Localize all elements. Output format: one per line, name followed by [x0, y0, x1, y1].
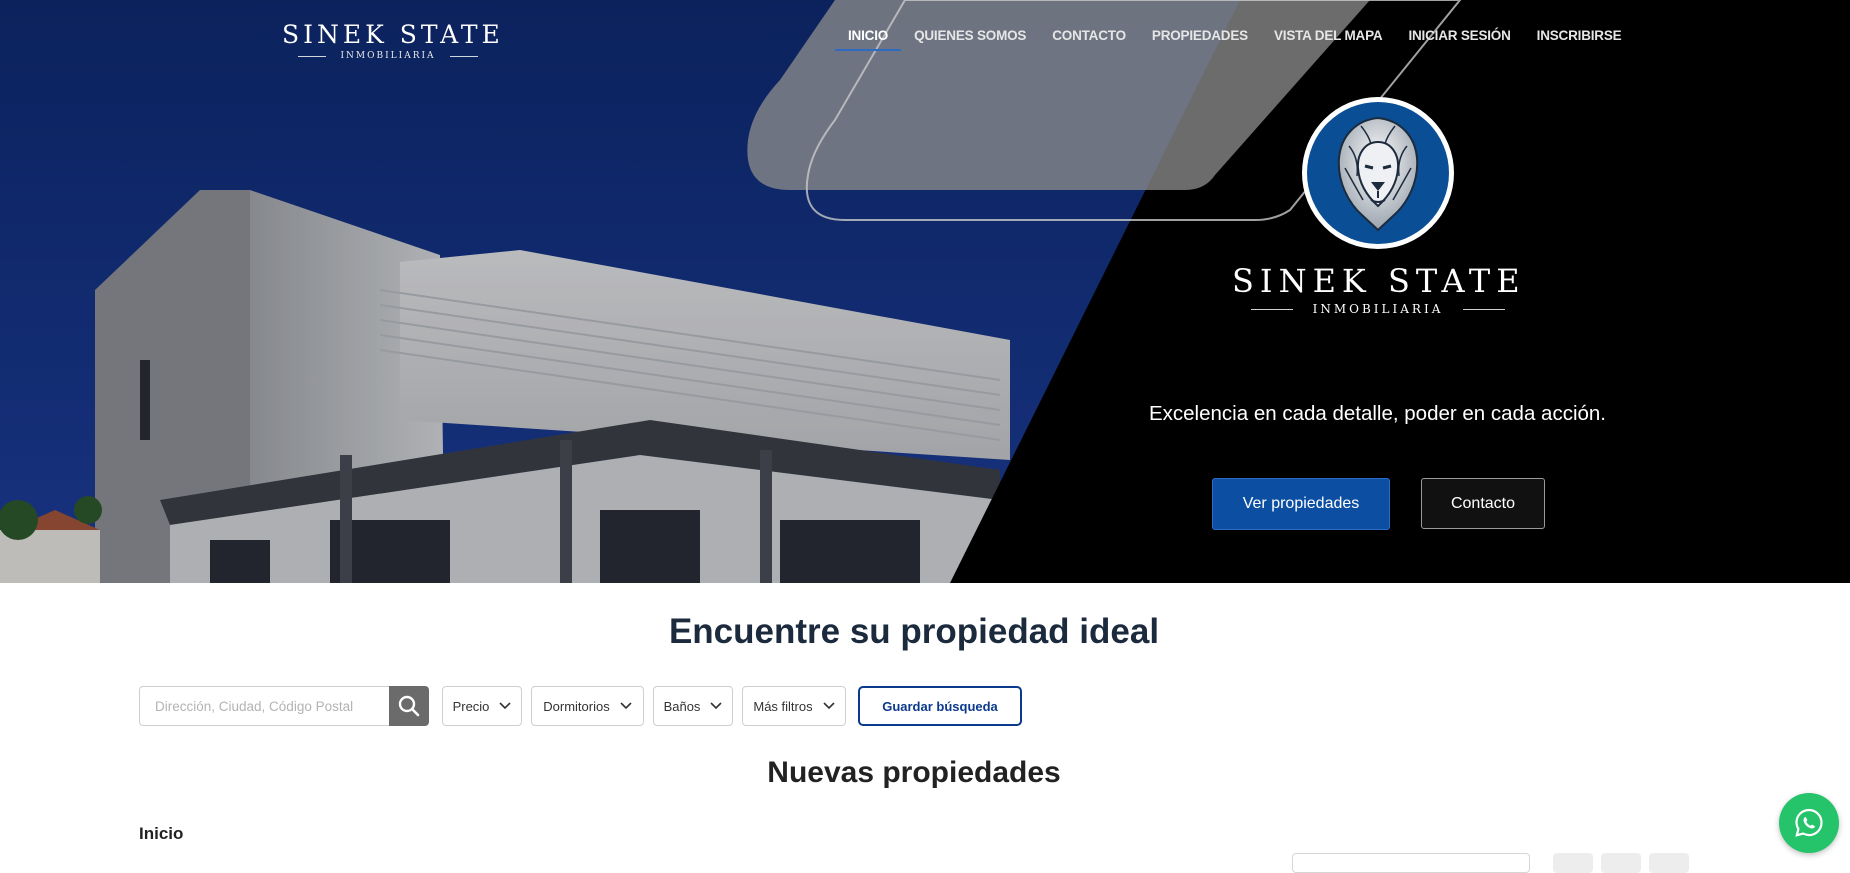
header-brand-name: SINEK STATE	[282, 20, 504, 49]
hero-tagline: Excelencia en cada detalle, poder en cad…	[1148, 402, 1606, 425]
search-input[interactable]	[140, 687, 390, 725]
bathrooms-filter-dropdown[interactable]: Baños	[653, 686, 733, 726]
nav-item-quienes-somos[interactable]: QUIENES SOMOS	[901, 28, 1039, 43]
divider	[1463, 308, 1506, 310]
search-button[interactable]	[389, 686, 429, 726]
hero-background-image	[0, 0, 1850, 583]
save-search-button[interactable]: Guardar búsqueda	[858, 686, 1022, 726]
chevron-down-icon	[710, 702, 723, 710]
more-filters-label: Más filtros	[753, 698, 813, 714]
new-properties-heading: Nuevas propiedades	[767, 756, 1061, 789]
main-navigation: INICIO QUIENES SOMOS CONTACTO PROPIEDADE…	[835, 28, 1635, 51]
view-toggle-list-button[interactable]	[1601, 853, 1641, 873]
search-icon	[398, 695, 420, 717]
hero-brand-name: SINEK STATE	[1232, 262, 1526, 300]
price-filter-label: Precio	[452, 698, 490, 714]
whatsapp-icon	[1795, 808, 1823, 837]
divider	[298, 55, 327, 57]
nav-item-propiedades[interactable]: PROPIEDADES	[1139, 28, 1261, 43]
nav-item-inscribirse[interactable]: INSCRIBIRSE	[1524, 28, 1635, 43]
bedrooms-filter-dropdown[interactable]: Dormitorios	[531, 686, 644, 726]
chevron-down-icon	[620, 702, 632, 710]
hero-brand-subtitle: INMOBILIARIA	[1312, 302, 1444, 316]
chevron-down-icon	[499, 702, 511, 710]
search-section-title: Encuentre su propiedad ideal	[668, 612, 1160, 651]
lion-logo-icon	[1302, 97, 1454, 249]
view-properties-button[interactable]: Ver propiedades	[1212, 478, 1390, 530]
bedrooms-filter-label: Dormitorios	[543, 698, 610, 714]
breadcrumb[interactable]: Inicio	[139, 824, 183, 844]
divider	[449, 55, 478, 57]
sort-dropdown[interactable]	[1292, 853, 1530, 873]
hero-logo: SINEK STATE INMOBILIARIA	[1232, 96, 1524, 316]
chevron-down-icon	[823, 702, 835, 710]
search-field[interactable]	[139, 686, 390, 726]
nav-item-inicio[interactable]: INICIO	[835, 28, 902, 51]
header-logo[interactable]: SINEK STATE INMOBILIARIA	[282, 20, 504, 61]
hero-section: SINEK STATE INMOBILIARIA INICIO QUIENES …	[0, 0, 1850, 583]
view-toggle-grid-button[interactable]	[1553, 853, 1593, 873]
bathrooms-filter-label: Baños	[663, 698, 701, 714]
more-filters-dropdown[interactable]: Más filtros	[742, 686, 846, 726]
nav-item-iniciar-sesion[interactable]: INICIAR SESIÓN	[1395, 28, 1523, 43]
contact-button[interactable]: Contacto	[1421, 478, 1545, 529]
nav-item-vista-del-mapa[interactable]: VISTA DEL MAPA	[1261, 28, 1395, 43]
whatsapp-button[interactable]	[1779, 793, 1839, 853]
header-brand-subtitle: INMOBILIARIA	[340, 51, 436, 61]
view-toggle-map-button[interactable]	[1649, 853, 1689, 873]
price-filter-dropdown[interactable]: Precio	[442, 686, 522, 726]
nav-item-contacto[interactable]: CONTACTO	[1039, 28, 1139, 43]
divider	[1250, 308, 1293, 310]
